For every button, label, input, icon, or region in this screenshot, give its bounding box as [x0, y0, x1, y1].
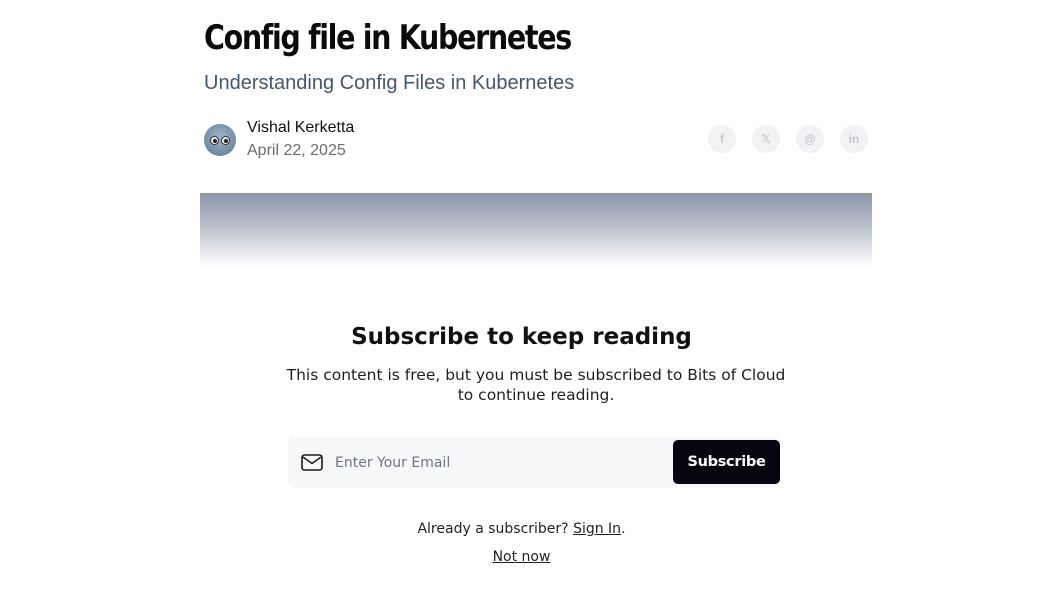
paywall-description: This content is free, but you must be su… — [286, 366, 786, 404]
post-date: April 22, 2025 — [247, 142, 346, 159]
avatar-eye-icon — [221, 136, 230, 145]
linkedin-icon: in — [848, 132, 860, 146]
facebook-icon: f — [720, 132, 724, 146]
signin-link[interactable]: Sign In — [573, 521, 621, 537]
signin-suffix: . — [621, 521, 626, 537]
signin-prompt: Already a subscriber? Sign In. — [0, 521, 1043, 537]
avatar[interactable] — [204, 124, 236, 156]
threads-icon: @ — [804, 132, 816, 146]
avatar-eye-icon — [210, 136, 219, 145]
already-subscriber-text: Already a subscriber? — [417, 521, 569, 537]
not-now-container: Not now — [0, 549, 1043, 565]
subscribe-form: Subscribe — [288, 437, 780, 488]
linkedin-share-button[interactable]: in — [840, 125, 868, 153]
social-share: f 𝕏 @ in — [708, 125, 868, 153]
author-block: Vishal Kerketta April 22, 2025 — [204, 118, 354, 162]
not-now-link[interactable]: Not now — [493, 549, 551, 565]
paywall-title: Subscribe to keep reading — [351, 324, 692, 350]
email-input[interactable] — [335, 454, 655, 471]
subscribe-button[interactable]: Subscribe — [673, 440, 780, 484]
facebook-share-button[interactable]: f — [708, 125, 736, 153]
post-subtitle: Understanding Config Files in Kubernetes — [204, 72, 575, 94]
post-title: Config file in Kubernetes — [204, 18, 572, 58]
hero-image-fade — [200, 193, 872, 268]
x-share-button[interactable]: 𝕏 — [752, 125, 780, 153]
author-name[interactable]: Vishal Kerketta — [247, 118, 354, 138]
threads-share-button[interactable]: @ — [796, 125, 824, 153]
mail-icon — [301, 454, 323, 471]
x-icon: 𝕏 — [761, 132, 771, 146]
